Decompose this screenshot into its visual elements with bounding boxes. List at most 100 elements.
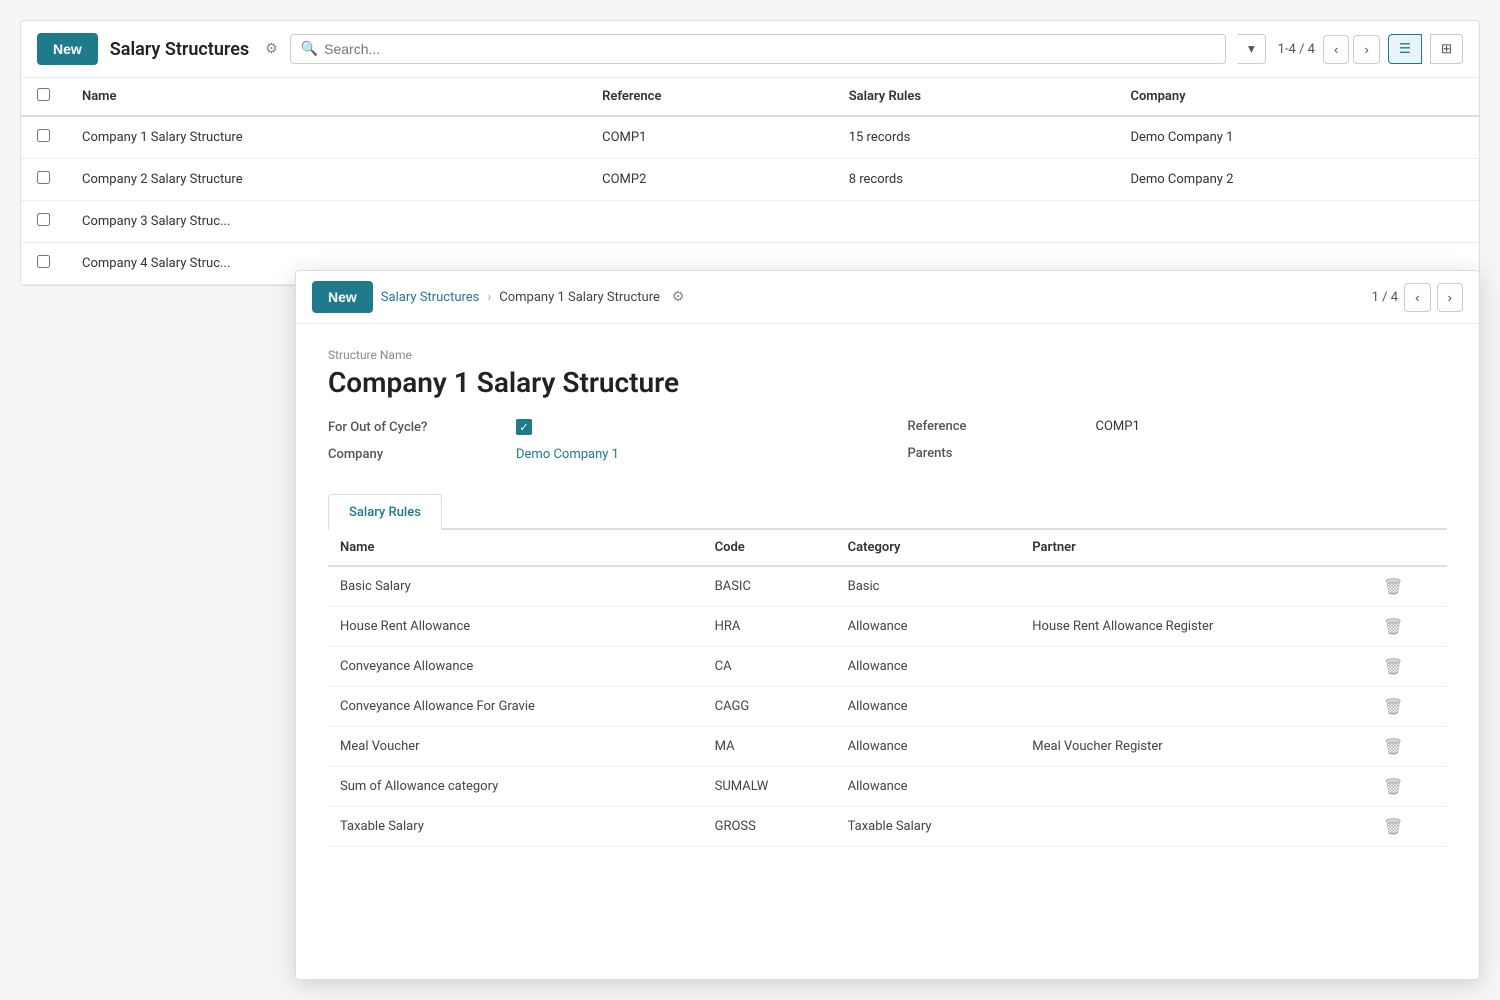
row-checkbox[interactable] — [37, 213, 50, 226]
rule-delete-cell: 🗑 — [1371, 807, 1447, 847]
rule-delete-cell: 🗑 — [1371, 687, 1447, 727]
row-checkbox-cell — [21, 159, 66, 201]
rule-code: SUMALW — [703, 767, 836, 807]
row-checkbox-cell — [21, 243, 66, 285]
parents-label: Parents — [908, 446, 1088, 461]
search-input[interactable] — [324, 41, 1215, 57]
col-salary-rules: Salary Rules — [833, 78, 1115, 116]
delete-rule-icon[interactable]: 🗑 — [1383, 817, 1403, 836]
rules-col-actions — [1371, 530, 1447, 566]
field-out-of-cycle: For Out of Cycle? — [328, 419, 868, 435]
fields-area: For Out of Cycle? Company Demo Company 1… — [328, 419, 1447, 474]
row-checkbox-cell — [21, 201, 66, 243]
list-table-header-row: Name Reference Salary Rules Company — [21, 78, 1479, 116]
row-name: Company 3 Salary Struc... — [66, 201, 586, 243]
detail-next-button[interactable]: › — [1437, 283, 1463, 312]
right-fields: Reference COMP1 Parents — [908, 419, 1448, 474]
list-prev-button[interactable]: ‹ — [1323, 35, 1349, 64]
rule-name: Meal Voucher — [328, 727, 703, 767]
detail-body: Structure Name Company 1 Salary Structur… — [296, 324, 1479, 871]
row-name: Company 1 Salary Structure — [66, 116, 586, 159]
checkbox-checked-icon — [516, 419, 532, 435]
row-checkbox[interactable] — [37, 255, 50, 268]
gear-icon[interactable]: ⚙ — [265, 41, 278, 57]
rule-name: Basic Salary — [328, 566, 703, 607]
rule-partner — [1020, 767, 1371, 807]
row-checkbox[interactable] — [37, 171, 50, 184]
rule-partner — [1020, 647, 1371, 687]
rules-col-name: Name — [328, 530, 703, 566]
field-parents: Parents — [908, 446, 1448, 461]
rule-delete-cell: 🗑 — [1371, 566, 1447, 607]
breadcrumb-current: Company 1 Salary Structure — [499, 290, 660, 305]
detail-prev-button[interactable]: ‹ — [1404, 283, 1430, 312]
list-view-button[interactable]: ☰ — [1388, 34, 1422, 64]
rule-name: Taxable Salary — [328, 807, 703, 847]
row-company: Demo Company 2 — [1114, 159, 1479, 201]
delete-rule-icon[interactable]: 🗑 — [1383, 697, 1403, 716]
row-company: Demo Company 1 — [1114, 116, 1479, 159]
rule-partner: Meal Voucher Register — [1020, 727, 1371, 767]
rule-name: Sum of Allowance category — [328, 767, 703, 807]
row-salary-rules — [833, 201, 1115, 243]
rules-table: Name Code Category Partner Basic Salary … — [328, 530, 1447, 847]
delete-rule-icon[interactable]: 🗑 — [1383, 577, 1403, 596]
reference-label: Reference — [908, 419, 1088, 434]
table-row[interactable]: Company 3 Salary Struc... — [21, 201, 1479, 243]
header-controls: 1-4 / 4 ‹ › ☰ ⊞ — [1278, 34, 1463, 64]
list-nav-group: ‹ › — [1323, 35, 1380, 64]
rule-row: Conveyance Allowance For Gravie CAGG All… — [328, 687, 1447, 727]
new-button[interactable]: New — [37, 33, 98, 65]
delete-rule-icon[interactable]: 🗑 — [1383, 737, 1403, 756]
detail-pagination: 1 / 4 — [1372, 290, 1398, 305]
rule-code: HRA — [703, 607, 836, 647]
rule-row: Basic Salary BASIC Basic 🗑 — [328, 566, 1447, 607]
rules-col-category: Category — [836, 530, 1021, 566]
rule-category: Allowance — [836, 687, 1021, 727]
table-row[interactable]: Company 2 Salary Structure COMP2 8 recor… — [21, 159, 1479, 201]
detail-header: New Salary Structures › Company 1 Salary… — [296, 271, 1479, 324]
rule-row: Taxable Salary GROSS Taxable Salary 🗑 — [328, 807, 1447, 847]
left-fields: For Out of Cycle? Company Demo Company 1 — [328, 419, 868, 474]
delete-rule-icon[interactable]: 🗑 — [1383, 777, 1403, 796]
rule-category: Basic — [836, 566, 1021, 607]
detail-panel: New Salary Structures › Company 1 Salary… — [295, 270, 1480, 980]
delete-rule-icon[interactable]: 🗑 — [1383, 617, 1403, 636]
row-reference — [586, 201, 833, 243]
detail-gear-icon[interactable]: ⚙ — [672, 289, 685, 305]
list-table: Name Reference Salary Rules Company Comp… — [21, 78, 1479, 285]
rule-partner: House Rent Allowance Register — [1020, 607, 1371, 647]
tab-salary-rules[interactable]: Salary Rules — [328, 494, 442, 530]
rule-code: MA — [703, 727, 836, 767]
rule-row: Conveyance Allowance CA Allowance 🗑 — [328, 647, 1447, 687]
reference-value: COMP1 — [1096, 419, 1448, 434]
search-dropdown-button[interactable]: ▾ — [1238, 34, 1266, 64]
company-value[interactable]: Demo Company 1 — [516, 447, 868, 462]
field-company: Company Demo Company 1 — [328, 447, 868, 462]
detail-new-button[interactable]: New — [312, 281, 373, 313]
select-all-col — [21, 78, 66, 116]
list-next-button[interactable]: › — [1353, 35, 1379, 64]
table-row[interactable]: Company 1 Salary Structure COMP1 15 reco… — [21, 116, 1479, 159]
rule-name: Conveyance Allowance For Gravie — [328, 687, 703, 727]
rule-partner — [1020, 807, 1371, 847]
rule-partner — [1020, 687, 1371, 727]
detail-nav: 1 / 4 ‹ › — [1372, 283, 1463, 312]
breadcrumb-parent[interactable]: Salary Structures — [381, 290, 480, 305]
rule-category: Taxable Salary — [836, 807, 1021, 847]
kanban-view-button[interactable]: ⊞ — [1430, 34, 1463, 64]
col-reference: Reference — [586, 78, 833, 116]
select-all-checkbox[interactable] — [37, 88, 50, 101]
list-view: New Salary Structures ⚙ 🔍 ▾ 1-4 / 4 ‹ › … — [20, 20, 1480, 286]
row-checkbox[interactable] — [37, 129, 50, 142]
col-company: Company — [1114, 78, 1479, 116]
list-pagination: 1-4 / 4 — [1278, 42, 1315, 57]
search-box: 🔍 — [290, 34, 1226, 64]
rule-code: BASIC — [703, 566, 836, 607]
rules-header-row: Name Code Category Partner — [328, 530, 1447, 566]
row-reference: COMP1 — [586, 116, 833, 159]
delete-rule-icon[interactable]: 🗑 — [1383, 657, 1403, 676]
rule-code: GROSS — [703, 807, 836, 847]
rule-category: Allowance — [836, 727, 1021, 767]
out-of-cycle-value — [516, 419, 868, 435]
